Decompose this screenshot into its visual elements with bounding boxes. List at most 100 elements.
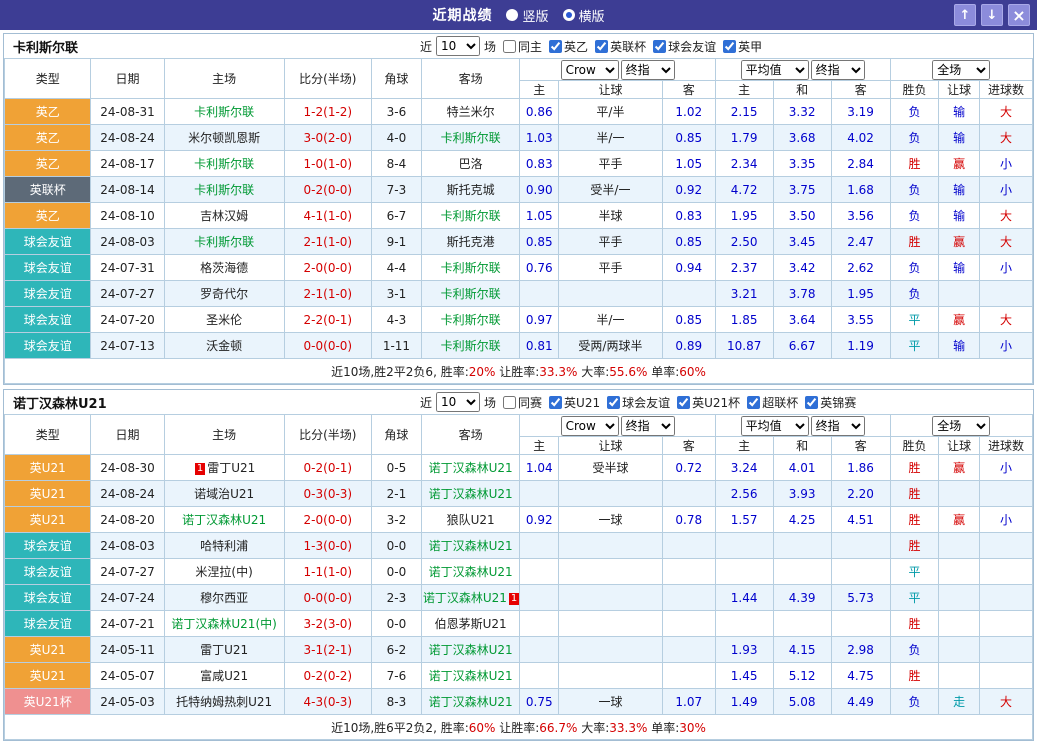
home-team[interactable]: 诺丁汉森林U21(中) bbox=[171, 617, 276, 631]
odds-company-select[interactable]: Crow bbox=[560, 415, 619, 436]
home-team[interactable]: 沃金顿 bbox=[206, 339, 242, 353]
league-filter[interactable]: 球会友谊 bbox=[649, 38, 716, 55]
away-team[interactable]: 巴洛 bbox=[459, 157, 483, 171]
odds-final-select[interactable]: 终指 bbox=[620, 415, 675, 436]
league-filter[interactable]: 英U21杯 bbox=[673, 394, 740, 411]
red-card-badge: 1 bbox=[194, 463, 206, 475]
match-count-select[interactable]: 10 bbox=[436, 36, 481, 56]
avg-away: 4.02 bbox=[830, 124, 891, 151]
away-team[interactable]: 诺丁汉森林U21 bbox=[429, 539, 513, 553]
league-filter-checkbox[interactable] bbox=[595, 39, 609, 53]
same-filter[interactable]: 同赛 bbox=[499, 394, 542, 411]
home-team[interactable]: 米涅拉(中) bbox=[195, 565, 252, 579]
away-team[interactable]: 狼队U21 bbox=[447, 513, 495, 527]
away-team[interactable]: 斯托克港 bbox=[447, 235, 495, 249]
home-team[interactable]: 罗奇代尔 bbox=[200, 287, 248, 301]
avg-away: 3.55 bbox=[830, 306, 891, 333]
league-filter-checkbox[interactable] bbox=[723, 39, 737, 53]
home-team[interactable]: 卡利斯尔联 bbox=[194, 157, 254, 171]
league-filter-checkbox[interactable] bbox=[677, 395, 691, 409]
away-team[interactable]: 特兰米尔 bbox=[447, 105, 495, 119]
sub-col-header: 和 bbox=[772, 436, 832, 455]
away-team[interactable]: 诺丁汉森林U21 bbox=[429, 461, 513, 475]
home-team[interactable]: 圣米伦 bbox=[206, 313, 242, 327]
away-team[interactable]: 卡利斯尔联 bbox=[441, 339, 501, 353]
odds-away: 0.94 bbox=[661, 254, 716, 281]
home-team[interactable]: 托特纳姆热刺U21 bbox=[176, 695, 272, 709]
same-filter-checkbox[interactable] bbox=[503, 395, 517, 409]
away-team[interactable]: 诺丁汉森林U21 bbox=[429, 643, 513, 657]
away-team[interactable]: 卡利斯尔联 bbox=[441, 287, 501, 301]
avg-type-select[interactable]: 平均值 bbox=[740, 415, 809, 436]
away-team[interactable]: 诺丁汉森林U21 bbox=[429, 669, 513, 683]
odds-home bbox=[519, 480, 560, 507]
col-header: 角球 bbox=[371, 58, 422, 99]
col-header: 日期 bbox=[90, 414, 165, 455]
league-filter-checkbox[interactable] bbox=[607, 395, 621, 409]
league-badge: 球会友谊 bbox=[3, 610, 92, 637]
match-date: 24-05-11 bbox=[90, 636, 165, 663]
match-count-select[interactable]: 10 bbox=[436, 392, 481, 412]
avg-type-select[interactable]: 平均值 bbox=[740, 59, 809, 80]
away-team[interactable]: 卡利斯尔联 bbox=[441, 313, 501, 327]
away-team[interactable]: 斯托克城 bbox=[447, 183, 495, 197]
home-team[interactable]: 哈特利浦 bbox=[200, 539, 248, 553]
home-team[interactable]: 卡利斯尔联 bbox=[194, 183, 254, 197]
same-filter[interactable]: 同主 bbox=[499, 38, 542, 55]
move-down-button[interactable]: ↓ bbox=[981, 4, 1003, 26]
home-team[interactable]: 诺丁汉森林U21 bbox=[182, 513, 266, 527]
league-filter-checkbox[interactable] bbox=[805, 395, 819, 409]
same-filter-checkbox[interactable] bbox=[503, 39, 517, 53]
away-team[interactable]: 卡利斯尔联 bbox=[441, 261, 501, 275]
league-filter[interactable]: 英甲 bbox=[719, 38, 762, 55]
match-score: 1-1(1-0) bbox=[283, 558, 373, 585]
league-filter-checkbox[interactable] bbox=[549, 395, 563, 409]
league-filter-checkbox[interactable] bbox=[549, 39, 563, 53]
league-filter[interactable]: 超联杯 bbox=[743, 394, 798, 411]
close-button[interactable]: × bbox=[1008, 4, 1030, 26]
home-team[interactable]: 诺域治U21 bbox=[194, 487, 254, 501]
home-team[interactable]: 穆尔西亚 bbox=[200, 591, 248, 605]
result-cell: 胜 bbox=[889, 480, 940, 507]
home-team[interactable]: 卡利斯尔联 bbox=[194, 235, 254, 249]
league-filter[interactable]: 英联杯 bbox=[591, 38, 646, 55]
league-filter[interactable]: 英锦赛 bbox=[801, 394, 856, 411]
scope-select[interactable]: 全场 bbox=[932, 59, 991, 80]
league-filter[interactable]: 球会友谊 bbox=[603, 394, 670, 411]
odds-company-select[interactable]: Crow bbox=[560, 59, 619, 80]
away-team[interactable]: 诺丁汉森林U21 bbox=[429, 565, 513, 579]
league-filter[interactable]: 英乙 bbox=[545, 38, 588, 55]
scope-select[interactable]: 全场 bbox=[932, 415, 991, 436]
move-up-button[interactable]: ↑ bbox=[954, 4, 976, 26]
avg-final-select[interactable]: 终指 bbox=[810, 415, 865, 436]
away-team[interactable]: 诺丁汉森林U21 bbox=[429, 695, 513, 709]
home-team[interactable]: 吉林汉姆 bbox=[200, 209, 248, 223]
away-team[interactable]: 卡利斯尔联 bbox=[441, 209, 501, 223]
home-team[interactable]: 雷丁U21 bbox=[207, 461, 255, 475]
away-team[interactable]: 卡利斯尔联 bbox=[441, 131, 501, 145]
league-filter-checkbox[interactable] bbox=[653, 39, 667, 53]
layout-radio-vertical[interactable]: 竖版 bbox=[506, 6, 549, 25]
league-badge: 英乙 bbox=[3, 98, 92, 125]
home-team[interactable]: 雷丁U21 bbox=[200, 643, 248, 657]
layout-radio-horizontal[interactable]: 横版 bbox=[562, 6, 605, 25]
away-team[interactable]: 伯恩茅斯U21 bbox=[435, 617, 507, 631]
league-filter[interactable]: 英U21 bbox=[545, 394, 600, 411]
home-team[interactable]: 格茨海德 bbox=[200, 261, 248, 275]
summary-segment: 大率: bbox=[577, 720, 610, 735]
odds-final-select[interactable]: 终指 bbox=[620, 59, 675, 80]
home-team[interactable]: 米尔顿凯恩斯 bbox=[188, 131, 260, 145]
home-team-cell: 吉林汉姆 bbox=[163, 202, 285, 229]
away-team[interactable]: 诺丁汉森林U21 bbox=[423, 591, 507, 605]
sub-col-header: 进球数 bbox=[979, 80, 1033, 99]
odds-handicap: 平手 bbox=[558, 150, 663, 177]
home-team[interactable]: 富咸U21 bbox=[200, 669, 248, 683]
home-team[interactable]: 卡利斯尔联 bbox=[194, 105, 254, 119]
avg-draw bbox=[772, 532, 832, 559]
away-team[interactable]: 诺丁汉森林U21 bbox=[429, 487, 513, 501]
odds-away: 0.85 bbox=[661, 306, 716, 333]
league-filter-checkbox[interactable] bbox=[747, 395, 761, 409]
avg-draw: 3.35 bbox=[772, 150, 832, 177]
avg-final-select[interactable]: 终指 bbox=[810, 59, 865, 80]
avg-away bbox=[830, 558, 891, 585]
